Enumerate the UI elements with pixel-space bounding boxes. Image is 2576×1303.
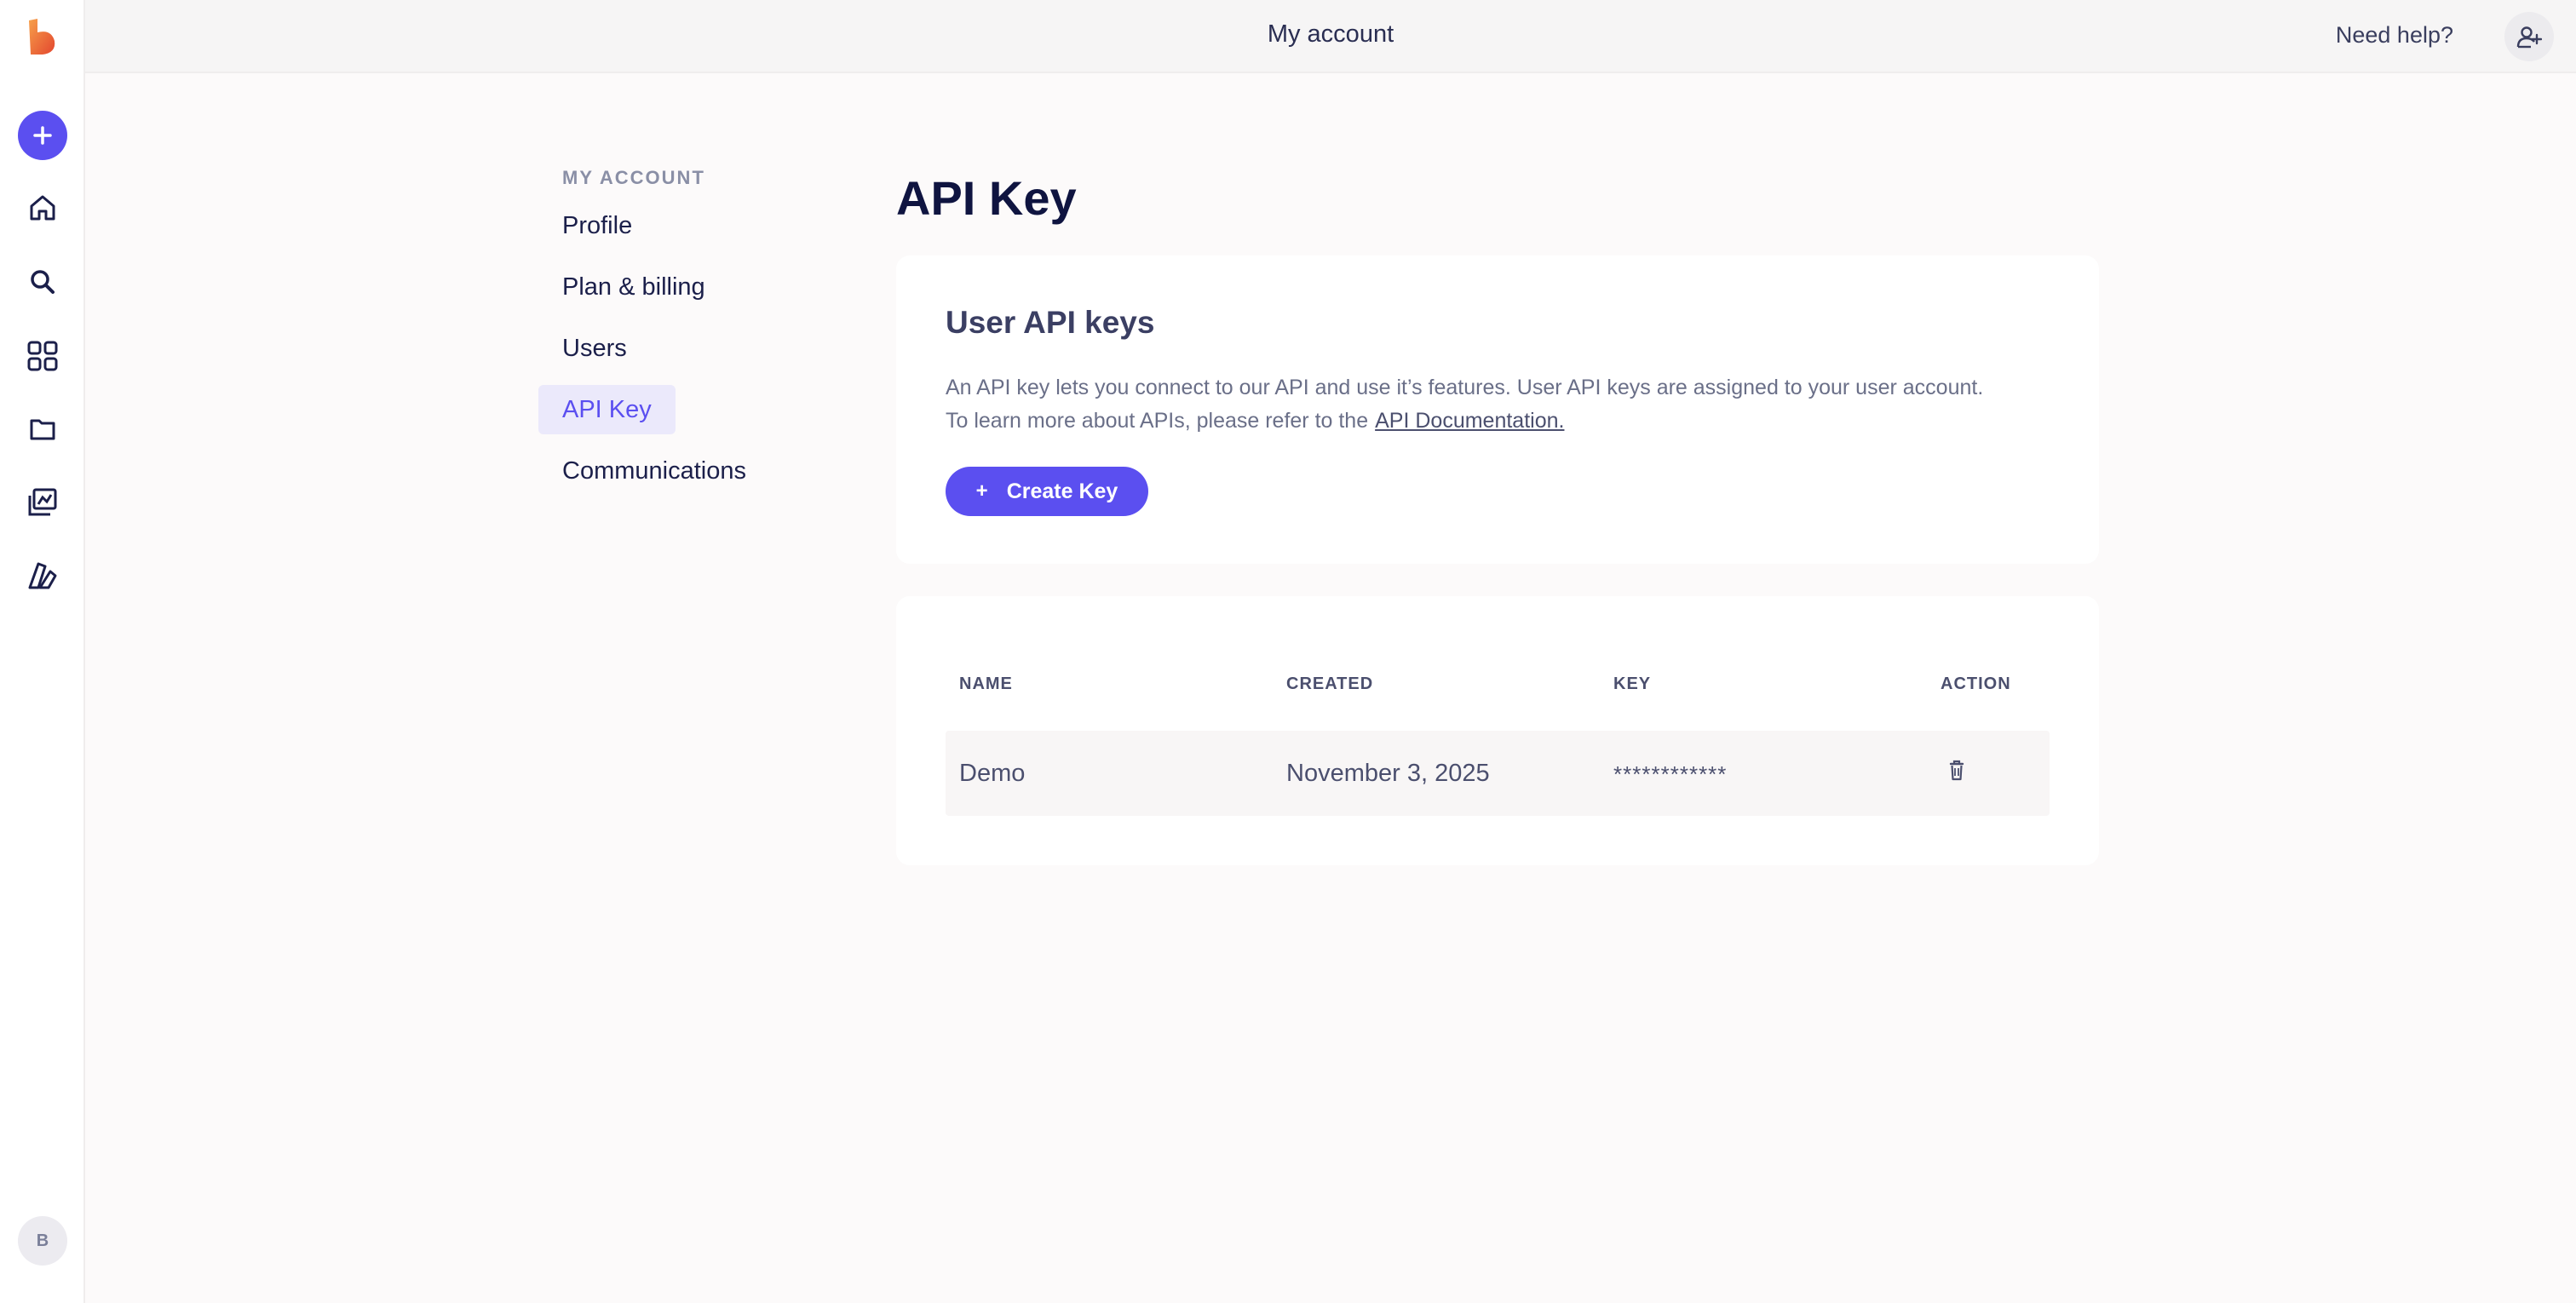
plus-icon (33, 126, 52, 145)
column-header-action: ACTION (1941, 674, 2011, 693)
nav-design[interactable] (17, 550, 68, 601)
account-nav-users[interactable]: Users (538, 324, 651, 373)
nav-files[interactable] (17, 404, 68, 455)
column-header-name[interactable]: NAME (959, 674, 1013, 694)
card-description: An API key lets you connect to our API a… (946, 371, 2070, 438)
account-nav-profile[interactable]: Profile (538, 201, 656, 250)
card-title: User API keys (946, 305, 1155, 340)
api-keys-table-card: NAME CREATED KEY ACTION Demo November 3,… (896, 596, 2099, 865)
create-key-button[interactable]: + Create Key (946, 467, 1148, 516)
description-line-2-text: To learn more about APIs, please refer t… (946, 409, 1369, 433)
page-header-title: My account (1267, 20, 1394, 48)
folder-icon (30, 419, 55, 440)
account-nav-plan-billing[interactable]: Plan & billing (538, 262, 729, 312)
home-icon (30, 195, 55, 221)
page-title: API Key (896, 171, 1077, 225)
create-key-label: Create Key (1006, 479, 1118, 503)
grid-icon (27, 341, 58, 371)
invite-user-button[interactable] (2504, 12, 2554, 61)
nav-home[interactable] (17, 182, 68, 233)
nav-search[interactable] (17, 256, 68, 307)
table-header: NAME CREATED KEY ACTION (946, 674, 2050, 700)
cell-name: Demo (959, 760, 1026, 787)
design-icon (28, 562, 57, 589)
column-header-created[interactable]: CREATED (1286, 674, 1373, 694)
plus-icon: + (975, 479, 988, 502)
left-rail: B (0, 0, 85, 1303)
app-logo[interactable] (26, 17, 60, 56)
table-row: Demo November 3, 2025 ************ (946, 731, 2050, 816)
need-help-link[interactable]: Need help? (2336, 22, 2453, 49)
trash-icon[interactable] (1944, 758, 1969, 784)
nav-apps[interactable] (17, 330, 68, 382)
search-icon (31, 270, 55, 294)
user-add-icon (2516, 26, 2542, 49)
top-bar: My account Need help? (85, 0, 2576, 73)
description-line-1: An API key lets you connect to our API a… (946, 376, 1984, 399)
api-documentation-link[interactable]: API Documentation. (1375, 409, 1564, 433)
account-nav-communications[interactable]: Communications (538, 446, 770, 496)
account-nav-api-key[interactable]: API Key (538, 385, 676, 434)
api-keys-card: User API keys An API key lets you connec… (896, 255, 2099, 564)
nav-gallery[interactable] (17, 477, 68, 528)
create-new-button[interactable] (18, 111, 67, 160)
avatar[interactable]: B (18, 1216, 67, 1266)
cell-key: ************ (1613, 761, 1728, 787)
account-nav-heading: MY ACCOUNT (562, 167, 705, 188)
description-line-2: To learn more about APIs, please refer t… (946, 405, 2070, 438)
cell-created: November 3, 2025 (1286, 760, 1490, 787)
gallery-icon (28, 488, 57, 516)
column-header-key[interactable]: KEY (1613, 674, 1651, 694)
